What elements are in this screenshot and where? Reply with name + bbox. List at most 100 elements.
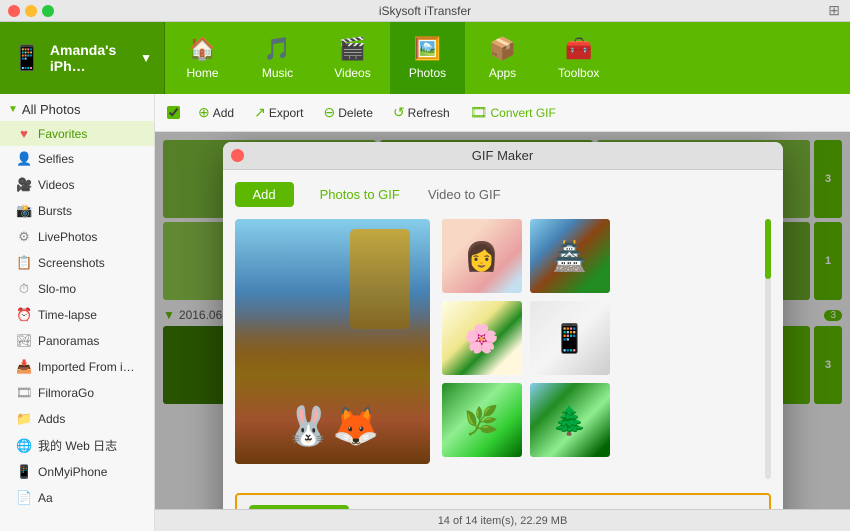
sidebar-label-weblog: 我的 Web 日志	[38, 437, 117, 454]
side-photo-row-2: 🌸 📱	[442, 301, 753, 375]
gif-maker-modal: GIF Maker Add Photos to GIF Video to GIF	[223, 142, 783, 509]
sidebar-item-aa[interactable]: 📄 Aa	[0, 485, 154, 511]
export-icon: ↗	[254, 104, 266, 121]
nav-toolbox-label: Toolbox	[558, 66, 599, 80]
sidebar-section-label: All Photos	[22, 102, 81, 117]
sidebar-label-adds: Adds	[38, 412, 65, 426]
device-dropdown-arrow[interactable]: ▼	[140, 51, 152, 65]
delete-button[interactable]: ⊖ Delete	[316, 101, 381, 124]
sidebar-item-screenshots[interactable]: 📋 Screenshots	[0, 250, 154, 276]
main-selected-photo[interactable]: 🐰🦊	[235, 219, 430, 464]
sidebar-item-favorites[interactable]: ♥ Favorites	[0, 121, 154, 146]
nav-home[interactable]: 🏠 Home	[165, 22, 240, 94]
nav-videos[interactable]: 🎬 Videos	[315, 22, 390, 94]
export-button[interactable]: ↗ Export	[246, 101, 311, 124]
imported-icon: 📥	[16, 359, 32, 375]
side-photo-girl2[interactable]: 🌸	[442, 301, 522, 375]
gif-icon: 🎞	[470, 104, 488, 121]
app-title: iSkysoft iTransfer	[379, 4, 471, 18]
trees-emoji: 🌲	[530, 383, 610, 457]
window-icon: ⊞	[828, 2, 840, 19]
sidebar-label-screenshots: Screenshots	[38, 256, 105, 270]
sidebar-item-filmorago[interactable]: 🎞 FilmoraGo	[0, 380, 154, 406]
nav-items: 🏠 Home 🎵 Music 🎬 Videos 🖼️ Photos 📦 Apps…	[165, 22, 617, 94]
delete-label: Delete	[338, 106, 373, 120]
sidebar-label-imported: Imported From i…	[38, 360, 135, 374]
close-button[interactable]	[8, 5, 20, 17]
nav-music[interactable]: 🎵 Music	[240, 22, 315, 94]
sidebar-label-bursts: Bursts	[38, 204, 72, 218]
sidebar-item-timelapse[interactable]: ⏰ Time-lapse	[0, 302, 154, 328]
sidebar-item-videos[interactable]: 🎥 Videos	[0, 172, 154, 198]
nav-photos-label: Photos	[409, 66, 446, 80]
sidebar-item-weblog[interactable]: 🌐 我的 Web 日志	[0, 432, 154, 459]
sidebar: ▼ All Photos ♥ Favorites 👤 Selfies 🎥 Vid…	[0, 94, 155, 531]
sidebar-label-selfies: Selfies	[38, 152, 74, 166]
toolbar: ⊕ Add ↗ Export ⊖ Delete ↺ Refresh 🎞 Conv…	[155, 94, 850, 132]
device-icon: 📱	[12, 44, 42, 73]
sidebar-item-bursts[interactable]: 📸 Bursts	[0, 198, 154, 224]
header-nav: 📱 Amanda's iPh… ▼ 🏠 Home 🎵 Music 🎬 Video…	[0, 22, 850, 94]
modal-footer: Create GIF Transfer to device at the sam…	[235, 493, 771, 509]
panoramas-icon: 🏞	[16, 333, 32, 349]
tab-video-to-gif[interactable]: Video to GIF	[414, 183, 515, 206]
photo-grid-container: 3 1 ▼ 2016.06 3 3	[155, 132, 850, 509]
nature-emoji: 🌿	[442, 383, 522, 457]
side-photo-phone[interactable]: 📱	[530, 301, 610, 375]
side-photo-trees[interactable]: 🌲	[530, 383, 610, 457]
sidebar-item-selfies[interactable]: 👤 Selfies	[0, 146, 154, 172]
nav-photos[interactable]: 🖼️ Photos	[390, 22, 465, 94]
nav-videos-label: Videos	[334, 66, 370, 80]
refresh-button[interactable]: ↺ Refresh	[385, 101, 458, 124]
sidebar-item-adds[interactable]: 📁 Adds	[0, 406, 154, 432]
weblog-icon: 🌐	[16, 438, 32, 454]
modal-add-button[interactable]: Add	[235, 182, 294, 207]
section-arrow-icon: ▼	[8, 104, 18, 115]
modal-toolbar: Add Photos to GIF Video to GIF	[235, 182, 771, 207]
screenshots-icon: 📋	[16, 255, 32, 271]
sidebar-item-onmyiphone[interactable]: 📱 OnMyiPhone	[0, 459, 154, 485]
girl1-emoji: 👩	[442, 219, 522, 293]
slomo-icon: ⏱	[16, 281, 32, 297]
tab-photos-to-gif[interactable]: Photos to GIF	[306, 183, 414, 206]
side-photo-row-1: 👩 🏯	[442, 219, 753, 293]
home-icon: 🏠	[189, 36, 216, 62]
modal-overlay: GIF Maker Add Photos to GIF Video to GIF	[155, 132, 850, 509]
content-area: ⊕ Add ↗ Export ⊖ Delete ↺ Refresh 🎞 Conv…	[155, 94, 850, 531]
selfies-icon: 👤	[16, 151, 32, 167]
nav-toolbox[interactable]: 🧰 Toolbox	[540, 22, 617, 94]
select-all-checkbox[interactable]	[167, 106, 180, 119]
side-photo-nature[interactable]: 🌿	[442, 383, 522, 457]
modal-scrollbar[interactable]	[765, 219, 771, 479]
create-gif-button[interactable]: Create GIF	[249, 505, 349, 509]
livephotos-icon: ⚙	[16, 229, 32, 245]
videos-icon: 🎬	[339, 36, 366, 62]
sidebar-item-slomo[interactable]: ⏱ Slo-mo	[0, 276, 154, 302]
maximize-button[interactable]	[42, 5, 54, 17]
minimize-button[interactable]	[25, 5, 37, 17]
side-photo-house[interactable]: 🏯	[530, 219, 610, 293]
modal-close-button[interactable]	[231, 149, 244, 162]
device-section[interactable]: 📱 Amanda's iPh… ▼	[0, 22, 165, 94]
sidebar-label-videos: Videos	[38, 178, 74, 192]
sidebar-label-slomo: Slo-mo	[38, 282, 76, 296]
side-photo-girl1[interactable]: 👩	[442, 219, 522, 293]
girl2-emoji: 🌸	[442, 301, 522, 375]
timelapse-icon: ⏰	[16, 307, 32, 323]
sidebar-item-livephotos[interactable]: ⚙ LivePhotos	[0, 224, 154, 250]
main-layout: ▼ All Photos ♥ Favorites 👤 Selfies 🎥 Vid…	[0, 94, 850, 531]
sidebar-label-filmorago: FilmoraGo	[38, 386, 94, 400]
convert-gif-button[interactable]: 🎞 Convert GIF	[462, 101, 564, 124]
side-photos-grid: 👩 🏯 🌸	[442, 219, 753, 479]
building-decoration	[350, 229, 410, 329]
nav-apps[interactable]: 📦 Apps	[465, 22, 540, 94]
refresh-icon: ↺	[393, 104, 405, 121]
sidebar-item-panoramas[interactable]: 🏞 Panoramas	[0, 328, 154, 354]
aa-icon: 📄	[16, 490, 32, 506]
sidebar-all-photos-header[interactable]: ▼ All Photos	[0, 94, 154, 121]
modal-tabs: Photos to GIF Video to GIF	[306, 183, 515, 206]
add-button[interactable]: ⊕ Add	[190, 101, 242, 124]
video-icon: 🎥	[16, 177, 32, 193]
sidebar-item-imported[interactable]: 📥 Imported From i…	[0, 354, 154, 380]
house-emoji: 🏯	[530, 219, 610, 293]
